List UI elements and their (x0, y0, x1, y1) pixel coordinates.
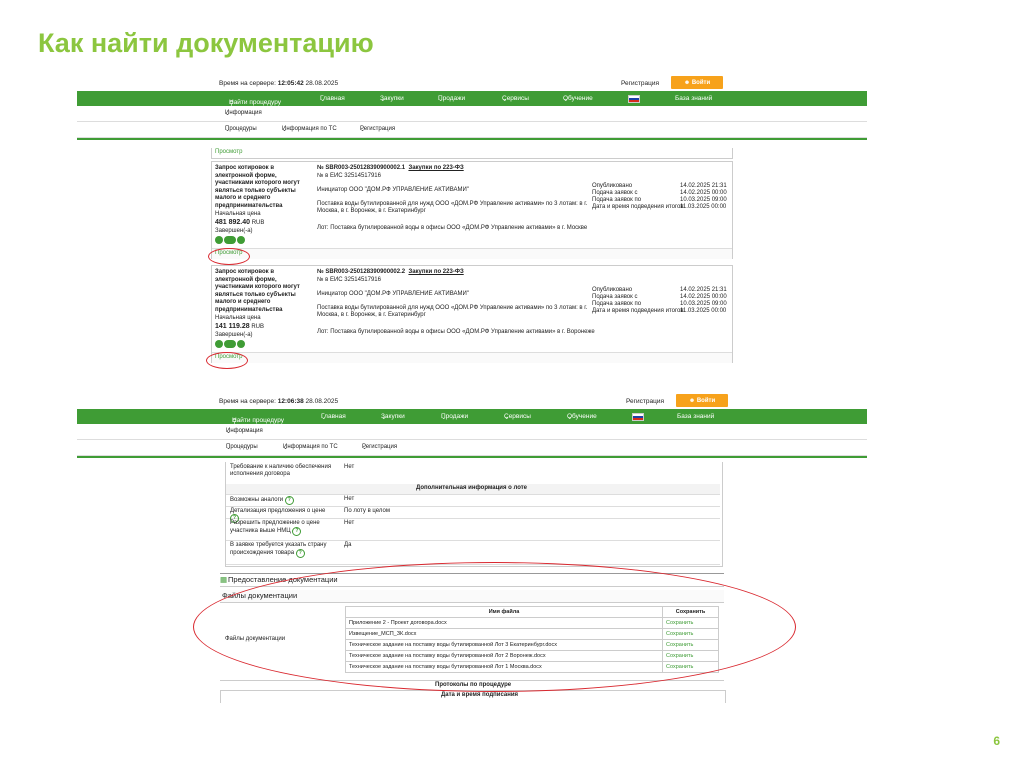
russia-flag-icon (628, 94, 640, 103)
nav-purchases[interactable]: Закупки ⌄ (381, 413, 405, 421)
subject: Поставка воды бутилированной для нужд ОО… (317, 305, 588, 318)
nav-training[interactable]: Обучение ⌄ (567, 413, 597, 421)
dates: Опубликовано 14.02.2025 21:31 Подача заяв… (592, 183, 727, 210)
help-icon[interactable]: ? (292, 527, 302, 536)
card-footer: Просмотр (212, 248, 732, 259)
nav-main[interactable]: Главная ⌄ (320, 95, 345, 103)
info-row: Информация ⌄ (77, 424, 867, 440)
procedure-number[interactable]: № SBR003-250128390900002.1 Закупки по 22… (317, 165, 464, 171)
procedure-card: Запрос котировок в электронной форме, уч… (211, 265, 733, 363)
highlight-oval-docs (193, 562, 796, 692)
nav-knowledge-base[interactable]: База знаний (675, 95, 712, 102)
details-row: Разрешить предложение о цене участника в… (226, 518, 720, 541)
help-icon[interactable]: ? (295, 549, 305, 558)
download-icon (237, 236, 245, 244)
procedure-type: Запрос котировок в электронной форме, уч… (215, 269, 300, 313)
dates: Опубликовано 14.02.2025 21:31 Подача заяв… (592, 287, 727, 314)
subnav-procedures[interactable]: Процедуры ⌄ (226, 444, 258, 451)
language-selector[interactable]: ⌄ (628, 94, 640, 103)
subnav-ts-info[interactable]: Информация по ТС ⌄ (283, 444, 338, 451)
price: 141 119.28 RUB (215, 323, 264, 330)
language-selector[interactable]: ⌄ (632, 412, 644, 421)
server-time: Время на сервере: 12:06:38 28.08.2025 (219, 397, 339, 405)
subnav-registration[interactable]: Регистрация ⌄ (360, 126, 395, 133)
top-bar: Время на сервере: 12:05:42 28.08.2025 Ре… (77, 75, 867, 91)
register-link[interactable]: Регистрация (621, 80, 659, 87)
register-link[interactable]: Регистрация (626, 398, 664, 405)
nav-sales[interactable]: Продажи ⌄ (438, 95, 465, 103)
nav-purchases[interactable]: Закупки ⌄ (380, 95, 404, 103)
subject: Поставка воды бутилированной для нужд ОО… (317, 201, 588, 214)
procedure-card: Запрос котировок в электронной форме, уч… (211, 161, 733, 259)
info-menu[interactable]: Информация ⌄ (226, 428, 263, 435)
document-icon (215, 340, 223, 348)
previous-card-tail: Просмотр (211, 148, 733, 159)
main-nav: ⚲ Найти процедуру Главная ⌄ Закупки ⌄ Пр… (77, 91, 867, 107)
top-bar: Время на сервере: 12:06:38 28.08.2025 Ре… (77, 393, 867, 409)
nav-main[interactable]: Главная ⌄ (321, 413, 346, 421)
lot: Лот: Поставка бутилированной воды в офис… (317, 329, 595, 335)
login-button[interactable]: ☻ Войти (676, 394, 728, 407)
divider (77, 138, 867, 140)
eis-number: № в ЕИС 32514517916 (317, 173, 381, 179)
nav-services[interactable]: Сервисы ⌄ (502, 95, 529, 103)
nav-services[interactable]: Сервисы ⌄ (504, 413, 531, 421)
lot: Лот: Поставка бутилированной воды в офис… (317, 225, 588, 231)
document-icon (215, 236, 223, 244)
eis-number: № в ЕИС 32514517916 (317, 277, 381, 283)
procedure-type: Запрос котировок в электронной форме, уч… (215, 165, 300, 209)
highlight-oval (208, 248, 250, 265)
price: 481 892.40 RUB (215, 219, 265, 226)
procedure-number[interactable]: № SBR003-250128390900002.2 Закупки по 22… (317, 269, 464, 275)
download-icon (237, 340, 245, 348)
sub-nav: Процедуры ⌄ Информация по ТС ⌄ Регистрац… (77, 122, 867, 138)
info-row: Информация ⌄ (77, 106, 867, 122)
expand-icon[interactable]: ▦ (220, 575, 227, 584)
main-nav: ⚲ Найти процедуру Главная ⌄ Закупки ⌄ Пр… (77, 409, 867, 425)
login-button[interactable]: ☻ Войти (671, 76, 723, 89)
nav-sales[interactable]: Продажи ⌄ (441, 413, 468, 421)
details-table: Требование к наличию обеспечения исполне… (225, 462, 723, 567)
view-link[interactable]: Просмотр (215, 149, 242, 155)
divider (77, 456, 867, 458)
subnav-ts-info[interactable]: Информация по ТС ⌄ (282, 126, 337, 133)
card-icons (215, 340, 246, 348)
nav-knowledge-base[interactable]: База знаний (677, 413, 714, 420)
card-icons (215, 236, 246, 244)
subnav-procedures[interactable]: Процедуры ⌄ (225, 126, 257, 133)
price-label: Начальная цена (215, 315, 261, 321)
details-row: Требование к наличию обеспечения исполне… (226, 462, 720, 485)
nav-training[interactable]: Обучение ⌄ (563, 95, 593, 103)
info-menu[interactable]: Информация ⌄ (225, 110, 262, 117)
status: Завершен(-а) (215, 332, 253, 338)
server-time: Время на сервере: 12:05:42 28.08.2025 (219, 79, 339, 87)
status: Завершен(-а) (215, 228, 253, 234)
subnav-registration[interactable]: Регистрация ⌄ (362, 444, 397, 451)
help-icon[interactable]: ? (284, 496, 294, 505)
msp-icon (224, 236, 236, 244)
sub-nav: Процедуры ⌄ Информация по ТС ⌄ Регистрац… (77, 440, 867, 456)
price-label: Начальная цена (215, 211, 261, 217)
highlight-oval (206, 352, 248, 369)
msp-icon (224, 340, 236, 348)
screenshot-search-results: Время на сервере: 12:05:42 28.08.2025 Ре… (77, 75, 867, 373)
initiator: Инициатор ООО "ДОМ.РФ УПРАВЛЕНИЕ АКТИВАМ… (317, 291, 469, 297)
page-number: 6 (993, 734, 1000, 748)
protocols-table: Дата и время подписания (220, 690, 726, 703)
slide-title: Как найти документацию (38, 28, 374, 58)
card-footer: Просмотр (212, 352, 732, 363)
initiator: Инициатор ООО "ДОМ.РФ УПРАВЛЕНИЕ АКТИВАМ… (317, 187, 469, 193)
russia-flag-icon (632, 412, 644, 421)
